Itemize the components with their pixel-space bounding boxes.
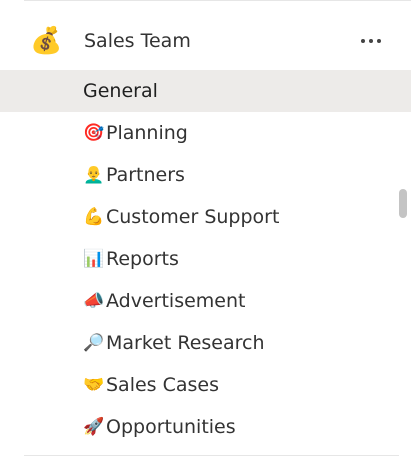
bottom-divider [24,455,399,456]
magnifying-glass-icon: 🔎 [83,333,105,353]
channel-item-opportunities[interactable]: 🚀 Opportunities [0,406,411,448]
channel-item-market-research[interactable]: 🔎 Market Research [0,322,411,364]
channel-label: General [83,80,158,102]
channel-item-general[interactable]: General [0,70,411,112]
team-name[interactable]: Sales Team [84,28,191,54]
more-dot [377,39,381,43]
channel-label: Customer Support [106,206,280,228]
person-icon: 👨‍🦲 [83,165,105,185]
megaphone-icon: 📣 [83,291,105,311]
more-options-icon[interactable] [354,26,388,56]
scrollbar-thumb[interactable] [399,189,407,218]
channel-label: Advertisement [106,290,246,312]
channel-item-reports[interactable]: 📊 Reports [0,238,411,280]
channel-label: Reports [106,248,179,270]
channel-label: Sales Cases [106,374,220,396]
channel-item-sales-cases[interactable]: 🤝 Sales Cases [0,364,411,406]
rocket-icon: 🚀 [83,417,105,437]
flexed-biceps-icon: 💪 [83,207,105,227]
channel-label: Planning [106,122,188,144]
channel-item-partners[interactable]: 👨‍🦲 Partners [0,154,411,196]
team-header[interactable]: 💰 Sales Team [0,0,411,70]
money-bag-icon: 💰 [30,26,63,56]
channel-label: Market Research [106,332,265,354]
target-icon: 🎯 [83,123,105,143]
channel-item-customer-support[interactable]: 💪 Customer Support [0,196,411,238]
channel-list: General 🎯 Planning 👨‍🦲 Partners 💪 Custom… [0,70,411,448]
bar-chart-icon: 📊 [83,249,105,269]
handshake-icon: 🤝 [83,375,105,395]
more-dot [361,39,365,43]
channel-label: Opportunities [106,416,236,438]
channel-item-planning[interactable]: 🎯 Planning [0,112,411,154]
channel-panel: 💰 Sales Team General 🎯 Planning 👨‍🦲 Part… [0,0,411,458]
channel-item-advertisement[interactable]: 📣 Advertisement [0,280,411,322]
channel-label: Partners [106,164,185,186]
more-dot [369,39,373,43]
